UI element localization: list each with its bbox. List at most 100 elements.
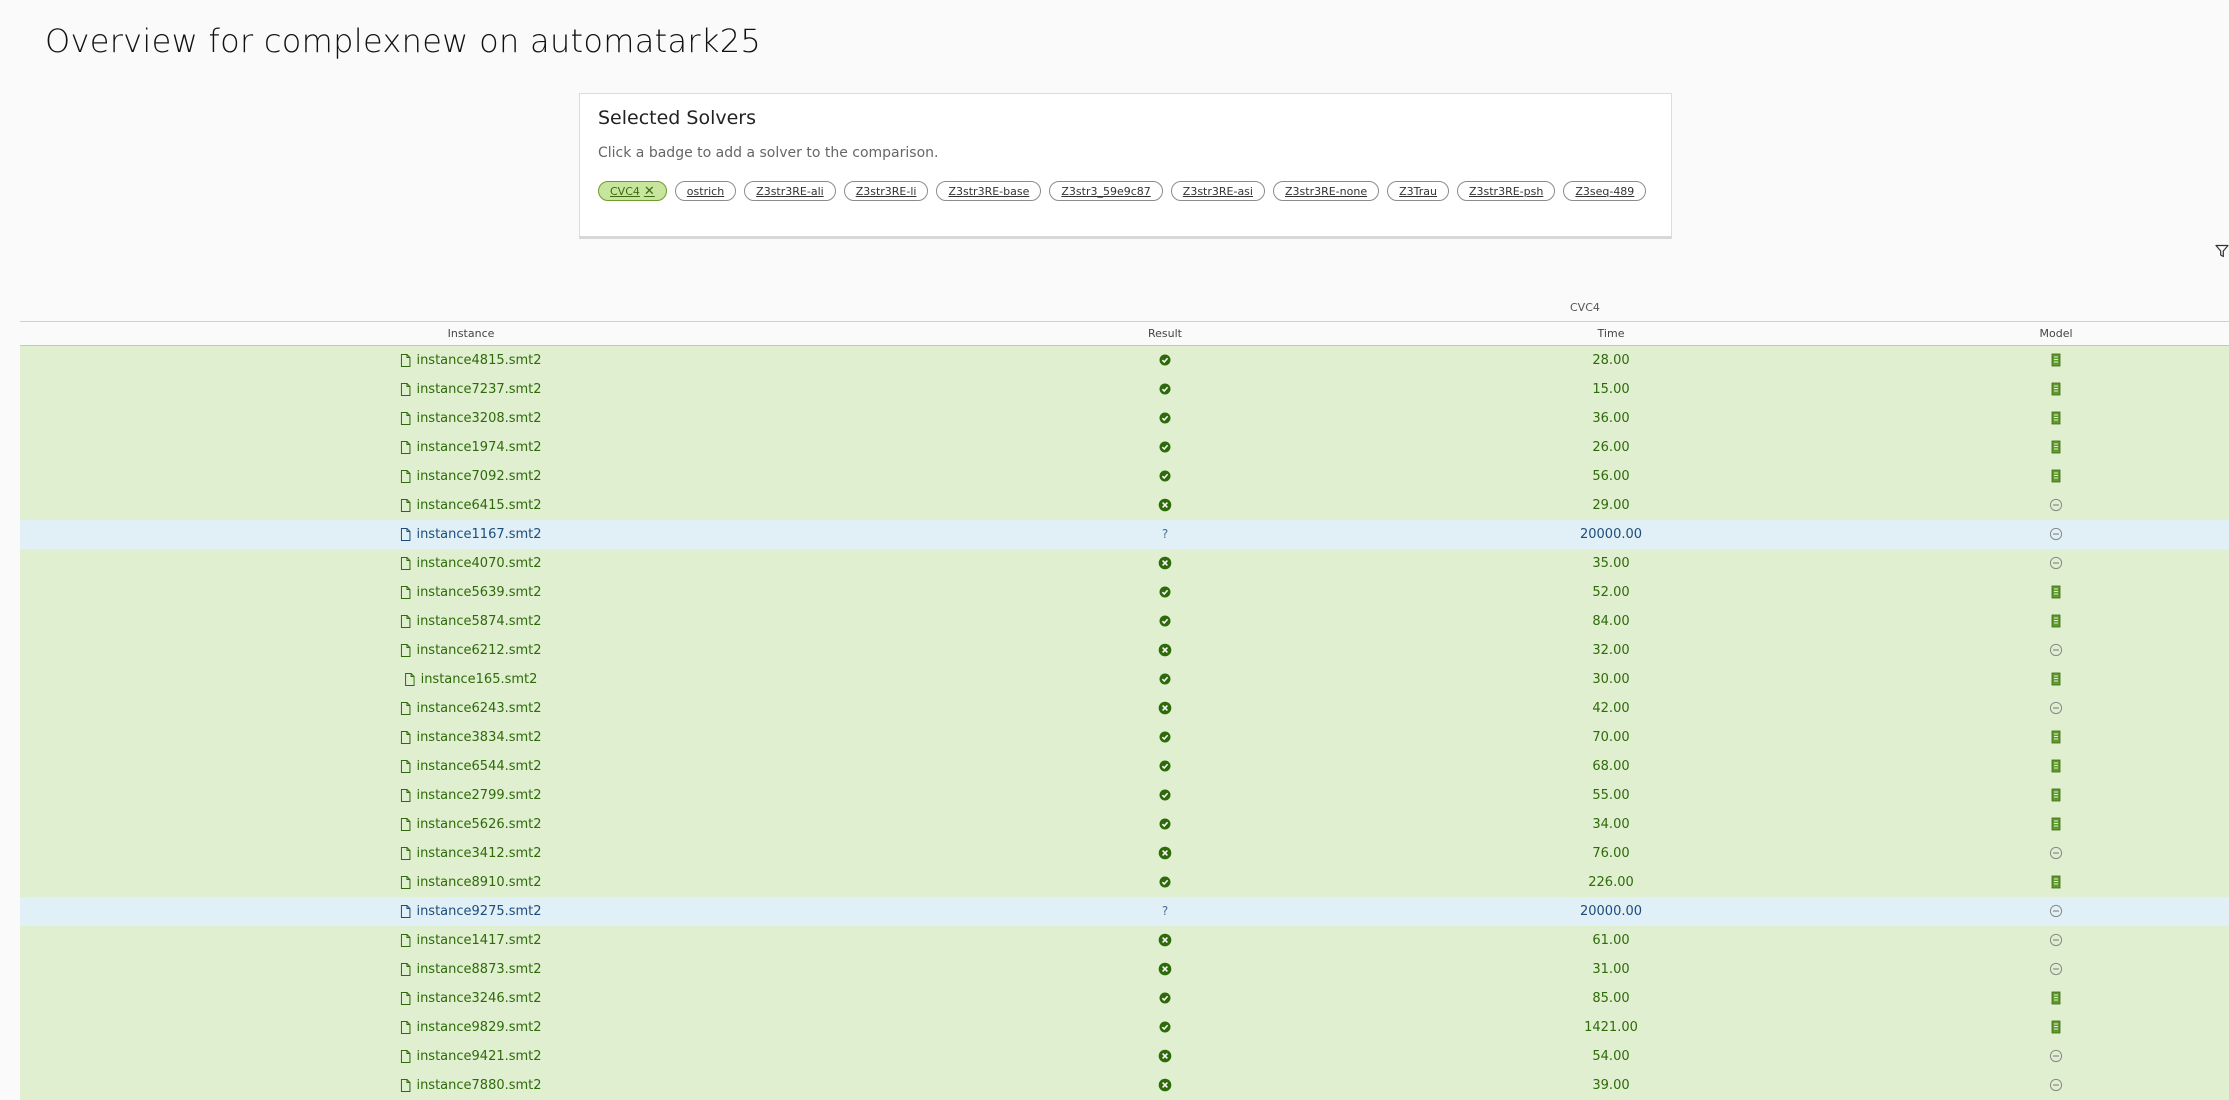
table-row[interactable]: instance4070.smt2 35.00 bbox=[20, 549, 2229, 578]
column-header-result[interactable]: Result bbox=[1148, 327, 1182, 340]
model-file-icon[interactable] bbox=[2049, 353, 2063, 367]
instance-cell[interactable]: instance4815.smt2 bbox=[400, 353, 542, 368]
instance-cell[interactable]: instance1974.smt2 bbox=[400, 440, 542, 455]
table-row[interactable]: instance3208.smt2 36.00 bbox=[20, 404, 2229, 433]
table-row[interactable]: instance165.smt2 30.00 bbox=[20, 665, 2229, 694]
solver-badge[interactable]: Z3str3RE-li bbox=[843, 181, 929, 201]
instance-cell[interactable]: instance9829.smt2 bbox=[400, 1020, 542, 1035]
instance-cell[interactable]: instance1167.smt2 bbox=[400, 527, 542, 542]
solver-badge[interactable]: Z3str3_59e9c87 bbox=[1049, 181, 1163, 201]
instance-name[interactable]: instance9421.smt2 bbox=[416, 1049, 541, 1064]
instance-name[interactable]: instance5626.smt2 bbox=[416, 817, 541, 832]
column-header-model[interactable]: Model bbox=[2039, 327, 2072, 340]
instance-name[interactable]: instance7880.smt2 bbox=[416, 1078, 541, 1093]
solver-badge[interactable]: Z3str3RE-none bbox=[1272, 181, 1380, 201]
table-row[interactable]: instance3412.smt2 76.00 bbox=[20, 839, 2229, 868]
remove-solver-icon[interactable]: ✕ bbox=[644, 185, 655, 198]
table-row[interactable]: instance7237.smt2 15.00 bbox=[20, 375, 2229, 404]
table-row[interactable]: instance6544.smt2 68.00 bbox=[20, 752, 2229, 781]
model-file-icon[interactable] bbox=[2049, 585, 2063, 599]
instance-name[interactable]: instance9829.smt2 bbox=[416, 1020, 541, 1035]
filter-icon[interactable] bbox=[2215, 244, 2229, 258]
model-file-icon[interactable] bbox=[2049, 759, 2063, 773]
solver-badge[interactable]: CVC4 ✕ bbox=[598, 181, 667, 201]
instance-name[interactable]: instance3246.smt2 bbox=[416, 991, 541, 1006]
instance-name[interactable]: instance7237.smt2 bbox=[416, 382, 541, 397]
model-file-icon[interactable] bbox=[2049, 469, 2063, 483]
instance-name[interactable]: instance1167.smt2 bbox=[416, 527, 541, 542]
instance-name[interactable]: instance8910.smt2 bbox=[416, 875, 541, 890]
model-file-icon[interactable] bbox=[2049, 730, 2063, 744]
instance-cell[interactable]: instance7880.smt2 bbox=[400, 1078, 542, 1093]
solver-badge[interactable]: Z3Trau bbox=[1387, 181, 1449, 201]
solver-badge[interactable]: Z3str3RE-base bbox=[936, 181, 1042, 201]
instance-cell[interactable]: instance5639.smt2 bbox=[400, 585, 542, 600]
model-file-icon[interactable] bbox=[2049, 788, 2063, 802]
instance-cell[interactable]: instance6415.smt2 bbox=[400, 498, 542, 513]
instance-name[interactable]: instance6544.smt2 bbox=[416, 759, 541, 774]
instance-name[interactable]: instance7092.smt2 bbox=[416, 469, 541, 484]
instance-name[interactable]: instance9275.smt2 bbox=[416, 904, 541, 919]
model-file-icon[interactable] bbox=[2049, 382, 2063, 396]
table-row[interactable]: instance5626.smt2 34.00 bbox=[20, 810, 2229, 839]
instance-name[interactable]: instance6212.smt2 bbox=[416, 643, 541, 658]
instance-cell[interactable]: instance5874.smt2 bbox=[400, 614, 542, 629]
model-cell[interactable] bbox=[2049, 353, 2063, 367]
model-file-icon[interactable] bbox=[2049, 614, 2063, 628]
instance-cell[interactable]: instance1417.smt2 bbox=[400, 933, 542, 948]
model-cell[interactable] bbox=[2049, 875, 2063, 889]
instance-cell[interactable]: instance3246.smt2 bbox=[400, 991, 542, 1006]
instance-name[interactable]: instance1974.smt2 bbox=[416, 440, 541, 455]
instance-name[interactable]: instance1417.smt2 bbox=[416, 933, 541, 948]
instance-cell[interactable]: instance9421.smt2 bbox=[400, 1049, 542, 1064]
instance-name[interactable]: instance4815.smt2 bbox=[416, 353, 541, 368]
instance-name[interactable]: instance165.smt2 bbox=[421, 672, 538, 687]
instance-name[interactable]: instance3412.smt2 bbox=[416, 846, 541, 861]
table-row[interactable]: instance1417.smt2 61.00 bbox=[20, 926, 2229, 955]
table-row[interactable]: instance3246.smt2 85.00 bbox=[20, 984, 2229, 1013]
instance-cell[interactable]: instance6212.smt2 bbox=[400, 643, 542, 658]
instance-cell[interactable]: instance7237.smt2 bbox=[400, 382, 542, 397]
model-file-icon[interactable] bbox=[2049, 817, 2063, 831]
table-row[interactable]: instance8873.smt2 31.00 bbox=[20, 955, 2229, 984]
table-row[interactable]: instance9275.smt2? 20000.00 bbox=[20, 897, 2229, 926]
model-file-icon[interactable] bbox=[2049, 991, 2063, 1005]
model-file-icon[interactable] bbox=[2049, 1020, 2063, 1034]
table-row[interactable]: instance4815.smt2 28.00 bbox=[20, 346, 2229, 375]
instance-name[interactable]: instance3208.smt2 bbox=[416, 411, 541, 426]
table-row[interactable]: instance9829.smt2 1421.00 bbox=[20, 1013, 2229, 1042]
table-row[interactable]: instance6212.smt2 32.00 bbox=[20, 636, 2229, 665]
model-file-icon[interactable] bbox=[2049, 411, 2063, 425]
model-cell[interactable] bbox=[2049, 788, 2063, 802]
instance-name[interactable]: instance5639.smt2 bbox=[416, 585, 541, 600]
instance-cell[interactable]: instance4070.smt2 bbox=[400, 556, 542, 571]
table-row[interactable]: instance5874.smt2 84.00 bbox=[20, 607, 2229, 636]
instance-cell[interactable]: instance5626.smt2 bbox=[400, 817, 542, 832]
instance-name[interactable]: instance6415.smt2 bbox=[416, 498, 541, 513]
model-file-icon[interactable] bbox=[2049, 440, 2063, 454]
column-header-instance[interactable]: Instance bbox=[448, 327, 495, 340]
instance-cell[interactable]: instance165.smt2 bbox=[405, 672, 538, 687]
table-row[interactable]: instance2799.smt2 55.00 bbox=[20, 781, 2229, 810]
model-cell[interactable] bbox=[2049, 817, 2063, 831]
instance-name[interactable]: instance3834.smt2 bbox=[416, 730, 541, 745]
instance-cell[interactable]: instance6243.smt2 bbox=[400, 701, 542, 716]
table-row[interactable]: instance8910.smt2 226.00 bbox=[20, 868, 2229, 897]
instance-cell[interactable]: instance3412.smt2 bbox=[400, 846, 542, 861]
instance-cell[interactable]: instance2799.smt2 bbox=[400, 788, 542, 803]
column-header-time[interactable]: Time bbox=[1598, 327, 1625, 340]
instance-cell[interactable]: instance3208.smt2 bbox=[400, 411, 542, 426]
instance-name[interactable]: instance5874.smt2 bbox=[416, 614, 541, 629]
model-cell[interactable] bbox=[2049, 614, 2063, 628]
table-row[interactable]: instance6415.smt2 29.00 bbox=[20, 491, 2229, 520]
table-row[interactable]: instance7092.smt2 56.00 bbox=[20, 462, 2229, 491]
instance-name[interactable]: instance4070.smt2 bbox=[416, 556, 541, 571]
model-cell[interactable] bbox=[2049, 469, 2063, 483]
instance-cell[interactable]: instance8873.smt2 bbox=[400, 962, 542, 977]
instance-name[interactable]: instance6243.smt2 bbox=[416, 701, 541, 716]
model-cell[interactable] bbox=[2049, 991, 2063, 1005]
solver-badge[interactable]: ostrich bbox=[674, 181, 737, 201]
instance-name[interactable]: instance2799.smt2 bbox=[416, 788, 541, 803]
instance-cell[interactable]: instance7092.smt2 bbox=[400, 469, 542, 484]
model-cell[interactable] bbox=[2049, 382, 2063, 396]
